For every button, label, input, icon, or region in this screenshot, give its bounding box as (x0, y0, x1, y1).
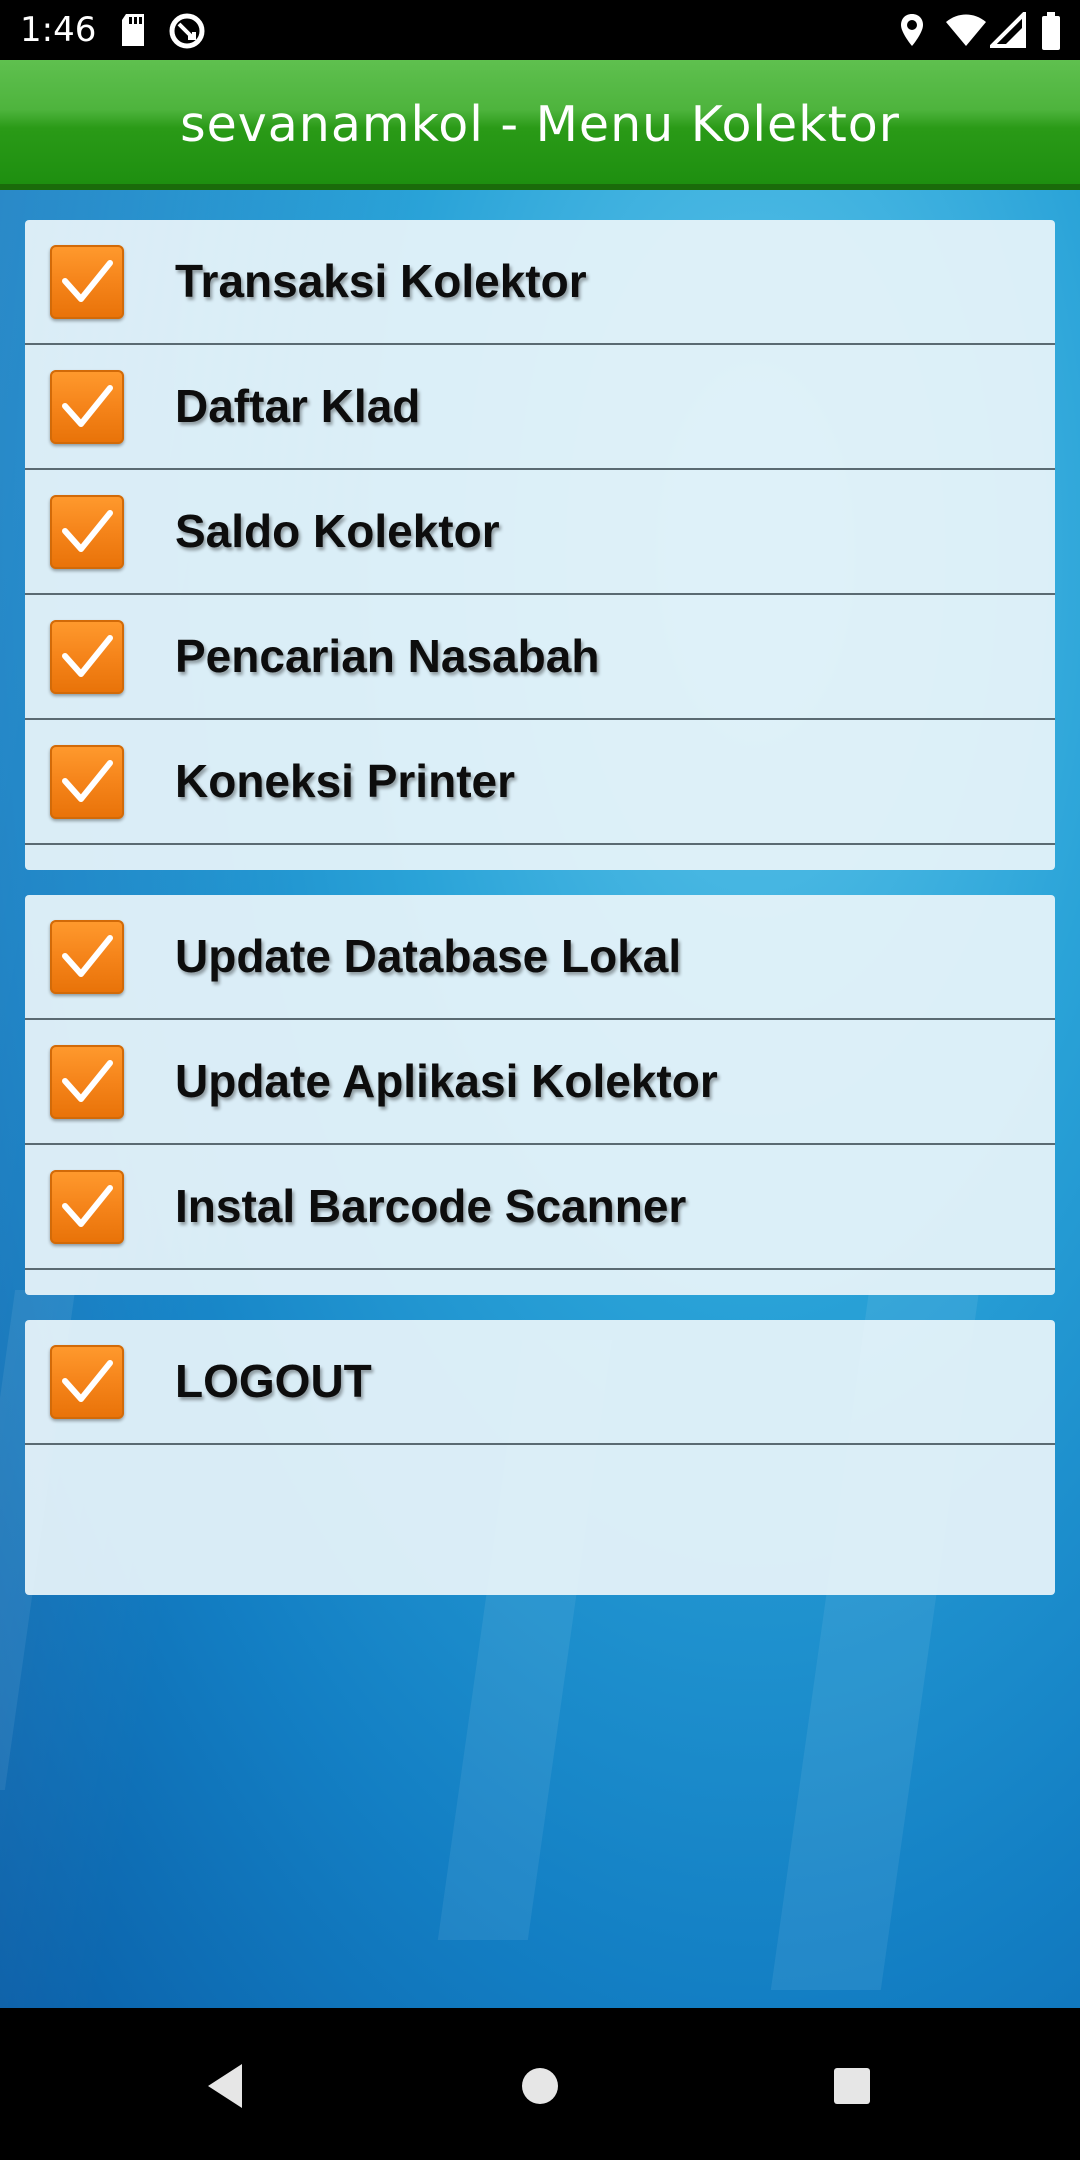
check-icon (62, 385, 113, 427)
signal-icon (987, 9, 1026, 48)
checkbox[interactable] (50, 245, 124, 319)
checkbox[interactable] (50, 495, 124, 569)
menu-item-daftar-klad[interactable]: Daftar Klad (25, 345, 1055, 470)
status-bar: 1:46 (0, 0, 1080, 60)
menu-item-instal-barcode-scanner[interactable]: Instal Barcode Scanner (25, 1145, 1055, 1270)
menu-item-label: Pencarian Nasabah (175, 630, 600, 682)
checkbox[interactable] (50, 1345, 124, 1419)
menu-group-main: Transaksi Kolektor Daftar Klad Saldo Kol… (25, 220, 1055, 870)
checkbox[interactable] (50, 370, 124, 444)
menu-item-label: Saldo Kolektor (175, 505, 500, 557)
checkbox[interactable] (50, 1170, 124, 1244)
check-icon (62, 1060, 113, 1102)
home-icon[interactable] (510, 2056, 570, 2116)
check-icon (62, 260, 113, 302)
menu-item-label: Koneksi Printer (175, 755, 515, 807)
status-time: 1:46 (20, 10, 97, 50)
menu-item-transaksi-kolektor[interactable]: Transaksi Kolektor (25, 220, 1055, 345)
menu-item-update-aplikasi-kolektor[interactable]: Update Aplikasi Kolektor (25, 1020, 1055, 1145)
navigation-bar (0, 2008, 1080, 2160)
sd-card-icon (120, 12, 148, 48)
checkbox[interactable] (50, 1045, 124, 1119)
menu-item-logout[interactable]: LOGOUT (25, 1320, 1055, 1445)
check-icon (62, 635, 113, 677)
app-screen: 1:46 sevanamkol - Menu Kolektor Transaks… (0, 0, 1080, 2160)
battery-icon (1040, 12, 1062, 50)
check-icon (62, 1185, 113, 1227)
checkbox[interactable] (50, 620, 124, 694)
menu-item-label: Update Database Lokal (175, 930, 682, 982)
menu-item-saldo-kolektor[interactable]: Saldo Kolektor (25, 470, 1055, 595)
checkbox[interactable] (50, 920, 124, 994)
menu-item-label: LOGOUT (175, 1355, 372, 1407)
location-icon (898, 12, 926, 48)
check-icon (62, 935, 113, 977)
recents-icon[interactable] (822, 2056, 882, 2116)
action-bar: sevanamkol - Menu Kolektor (0, 60, 1080, 190)
back-icon[interactable] (196, 2056, 256, 2116)
menu-item-label: Transaksi Kolektor (175, 255, 587, 307)
checkbox[interactable] (50, 745, 124, 819)
menu-item-label: Update Aplikasi Kolektor (175, 1055, 718, 1107)
check-icon (62, 1360, 113, 1402)
menu-item-label: Daftar Klad (175, 380, 421, 432)
menu-group-logout: LOGOUT (25, 1320, 1055, 1595)
check-icon (62, 510, 113, 552)
check-icon (62, 760, 113, 802)
menu-item-label: Instal Barcode Scanner (175, 1180, 687, 1232)
menu-group-update: Update Database Lokal Update Aplikasi Ko… (25, 895, 1055, 1295)
menu-item-koneksi-printer[interactable]: Koneksi Printer (25, 720, 1055, 845)
menu-item-pencarian-nasabah[interactable]: Pencarian Nasabah (25, 595, 1055, 720)
page-title: sevanamkol - Menu Kolektor (180, 96, 900, 153)
menu-item-update-database-lokal[interactable]: Update Database Lokal (25, 895, 1055, 1020)
wifi-icon (944, 12, 988, 48)
sync-icon (168, 12, 206, 49)
